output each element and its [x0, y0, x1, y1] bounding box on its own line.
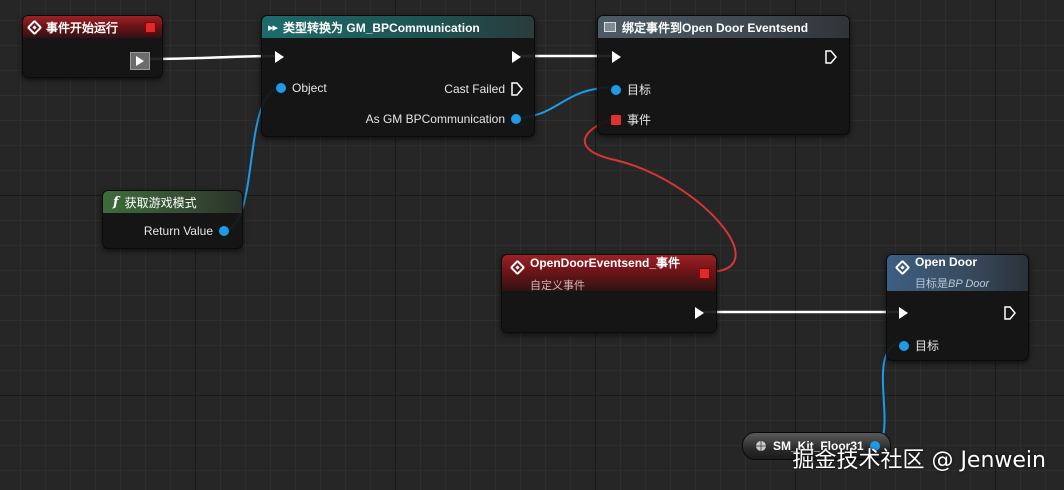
bind-event-node[interactable]: 绑定事件到Open Door Eventsend 目标 事件	[597, 15, 850, 135]
cast-node[interactable]: ▸▸ 类型转换为 GM_BPCommunication Object Cast …	[261, 15, 535, 137]
object-pin-icon[interactable]	[276, 83, 286, 93]
open-door-subtitle-class: BP Door	[948, 278, 990, 290]
bind-title: 绑定事件到Open Door Eventsend	[622, 20, 809, 35]
open-door-title: Open Door	[915, 255, 977, 269]
exec-hollow-icon[interactable]	[1004, 306, 1016, 320]
watermark: 掘金技术社区 @ Jenwein	[792, 448, 1046, 473]
begin-play-title: 事件开始运行	[46, 20, 119, 35]
custom-event-header: OpenDoorEventsend_事件 自定义事件	[502, 255, 716, 292]
begin-play-exec-out[interactable]	[130, 52, 150, 70]
gamemode-header: f 获取游戏模式	[103, 191, 242, 213]
custom-event-node[interactable]: OpenDoorEventsend_事件 自定义事件	[501, 254, 717, 333]
cast-exec-in[interactable]	[275, 51, 284, 63]
cast-failed-label: Cast Failed	[444, 82, 505, 96]
cast-object-label: Object	[292, 81, 327, 95]
event-diamond-icon	[26, 19, 43, 35]
custom-event-exec-out[interactable]	[695, 307, 704, 319]
open-door-header: Open Door 目标是BP Door	[887, 255, 1028, 291]
globe-icon	[756, 441, 766, 451]
exec-wire-begin-to-cast	[149, 54, 279, 61]
exec-hollow-icon[interactable]	[511, 82, 523, 96]
begin-play-node[interactable]: 事件开始运行	[22, 15, 163, 78]
custom-event-title: OpenDoorEventsend_事件	[530, 255, 681, 270]
cast-arrow-icon: ▸▸	[268, 21, 278, 34]
custom-event-subtitle: 自定义事件	[530, 279, 585, 292]
cast-title: 类型转换为 GM_BPCommunication	[283, 20, 480, 35]
bind-exec-in[interactable]	[612, 51, 621, 63]
object-pin-icon[interactable]	[611, 84, 621, 95]
bind-exec-out[interactable]	[825, 50, 837, 64]
object-pin-icon[interactable]	[219, 226, 229, 236]
cast-as-pin[interactable]: As GM BPCommunication	[366, 112, 521, 126]
exec-out-pin-icon[interactable]	[695, 307, 704, 319]
begin-play-header: 事件开始运行	[23, 16, 162, 38]
function-box-icon	[604, 22, 616, 32]
exec-hollow-icon[interactable]	[825, 50, 837, 64]
gamemode-return-pin[interactable]: Return Value	[144, 224, 229, 238]
open-door-subtitle: 目标是BP Door	[915, 275, 989, 291]
get-gamemode-node[interactable]: f 获取游戏模式 Return Value	[102, 190, 243, 249]
delegate-pin-icon[interactable]	[611, 114, 621, 125]
delegate-wire-event-to-bind	[583, 117, 737, 273]
open-door-subtitle-prefix: 目标是	[915, 278, 948, 290]
open-door-node[interactable]: Open Door 目标是BP Door 目标	[886, 254, 1029, 361]
function-f-icon: f	[113, 194, 119, 210]
gamemode-title: 获取游戏模式	[124, 195, 197, 210]
cast-object-pin[interactable]: Object	[276, 81, 327, 95]
cast-header: ▸▸ 类型转换为 GM_BPCommunication	[262, 16, 534, 38]
cast-exec-out[interactable]	[512, 51, 521, 63]
delegate-output-icon[interactable]	[699, 268, 710, 279]
event-diamond-icon	[509, 259, 526, 276]
cast-failed-pin[interactable]: Cast Failed	[444, 82, 523, 96]
event-diamond-icon	[894, 259, 911, 276]
bind-target-pin[interactable]: 目标	[611, 81, 651, 98]
open-door-target-pin[interactable]: 目标	[899, 337, 939, 354]
exec-in-pin-icon[interactable]	[275, 51, 284, 63]
bind-header: 绑定事件到Open Door Eventsend	[598, 16, 849, 38]
open-door-exec-in[interactable]	[899, 307, 908, 319]
exec-in-pin-icon[interactable]	[899, 307, 908, 319]
object-pin-icon[interactable]	[511, 114, 521, 124]
open-door-exec-out[interactable]	[1004, 306, 1016, 320]
delegate-output-icon[interactable]	[145, 22, 156, 33]
exec-out-pin-icon[interactable]	[130, 52, 150, 70]
bind-event-pin[interactable]: 事件	[611, 111, 651, 128]
cast-as-label: As GM BPCommunication	[365, 112, 505, 126]
open-door-target-label: 目标	[915, 339, 940, 353]
object-pin-icon[interactable]	[899, 340, 909, 351]
bind-event-label: 事件	[627, 113, 652, 127]
gamemode-return-label: Return Value	[143, 224, 213, 238]
bind-target-label: 目标	[627, 83, 652, 97]
exec-out-pin-icon[interactable]	[512, 51, 521, 63]
exec-in-pin-icon[interactable]	[612, 51, 621, 63]
